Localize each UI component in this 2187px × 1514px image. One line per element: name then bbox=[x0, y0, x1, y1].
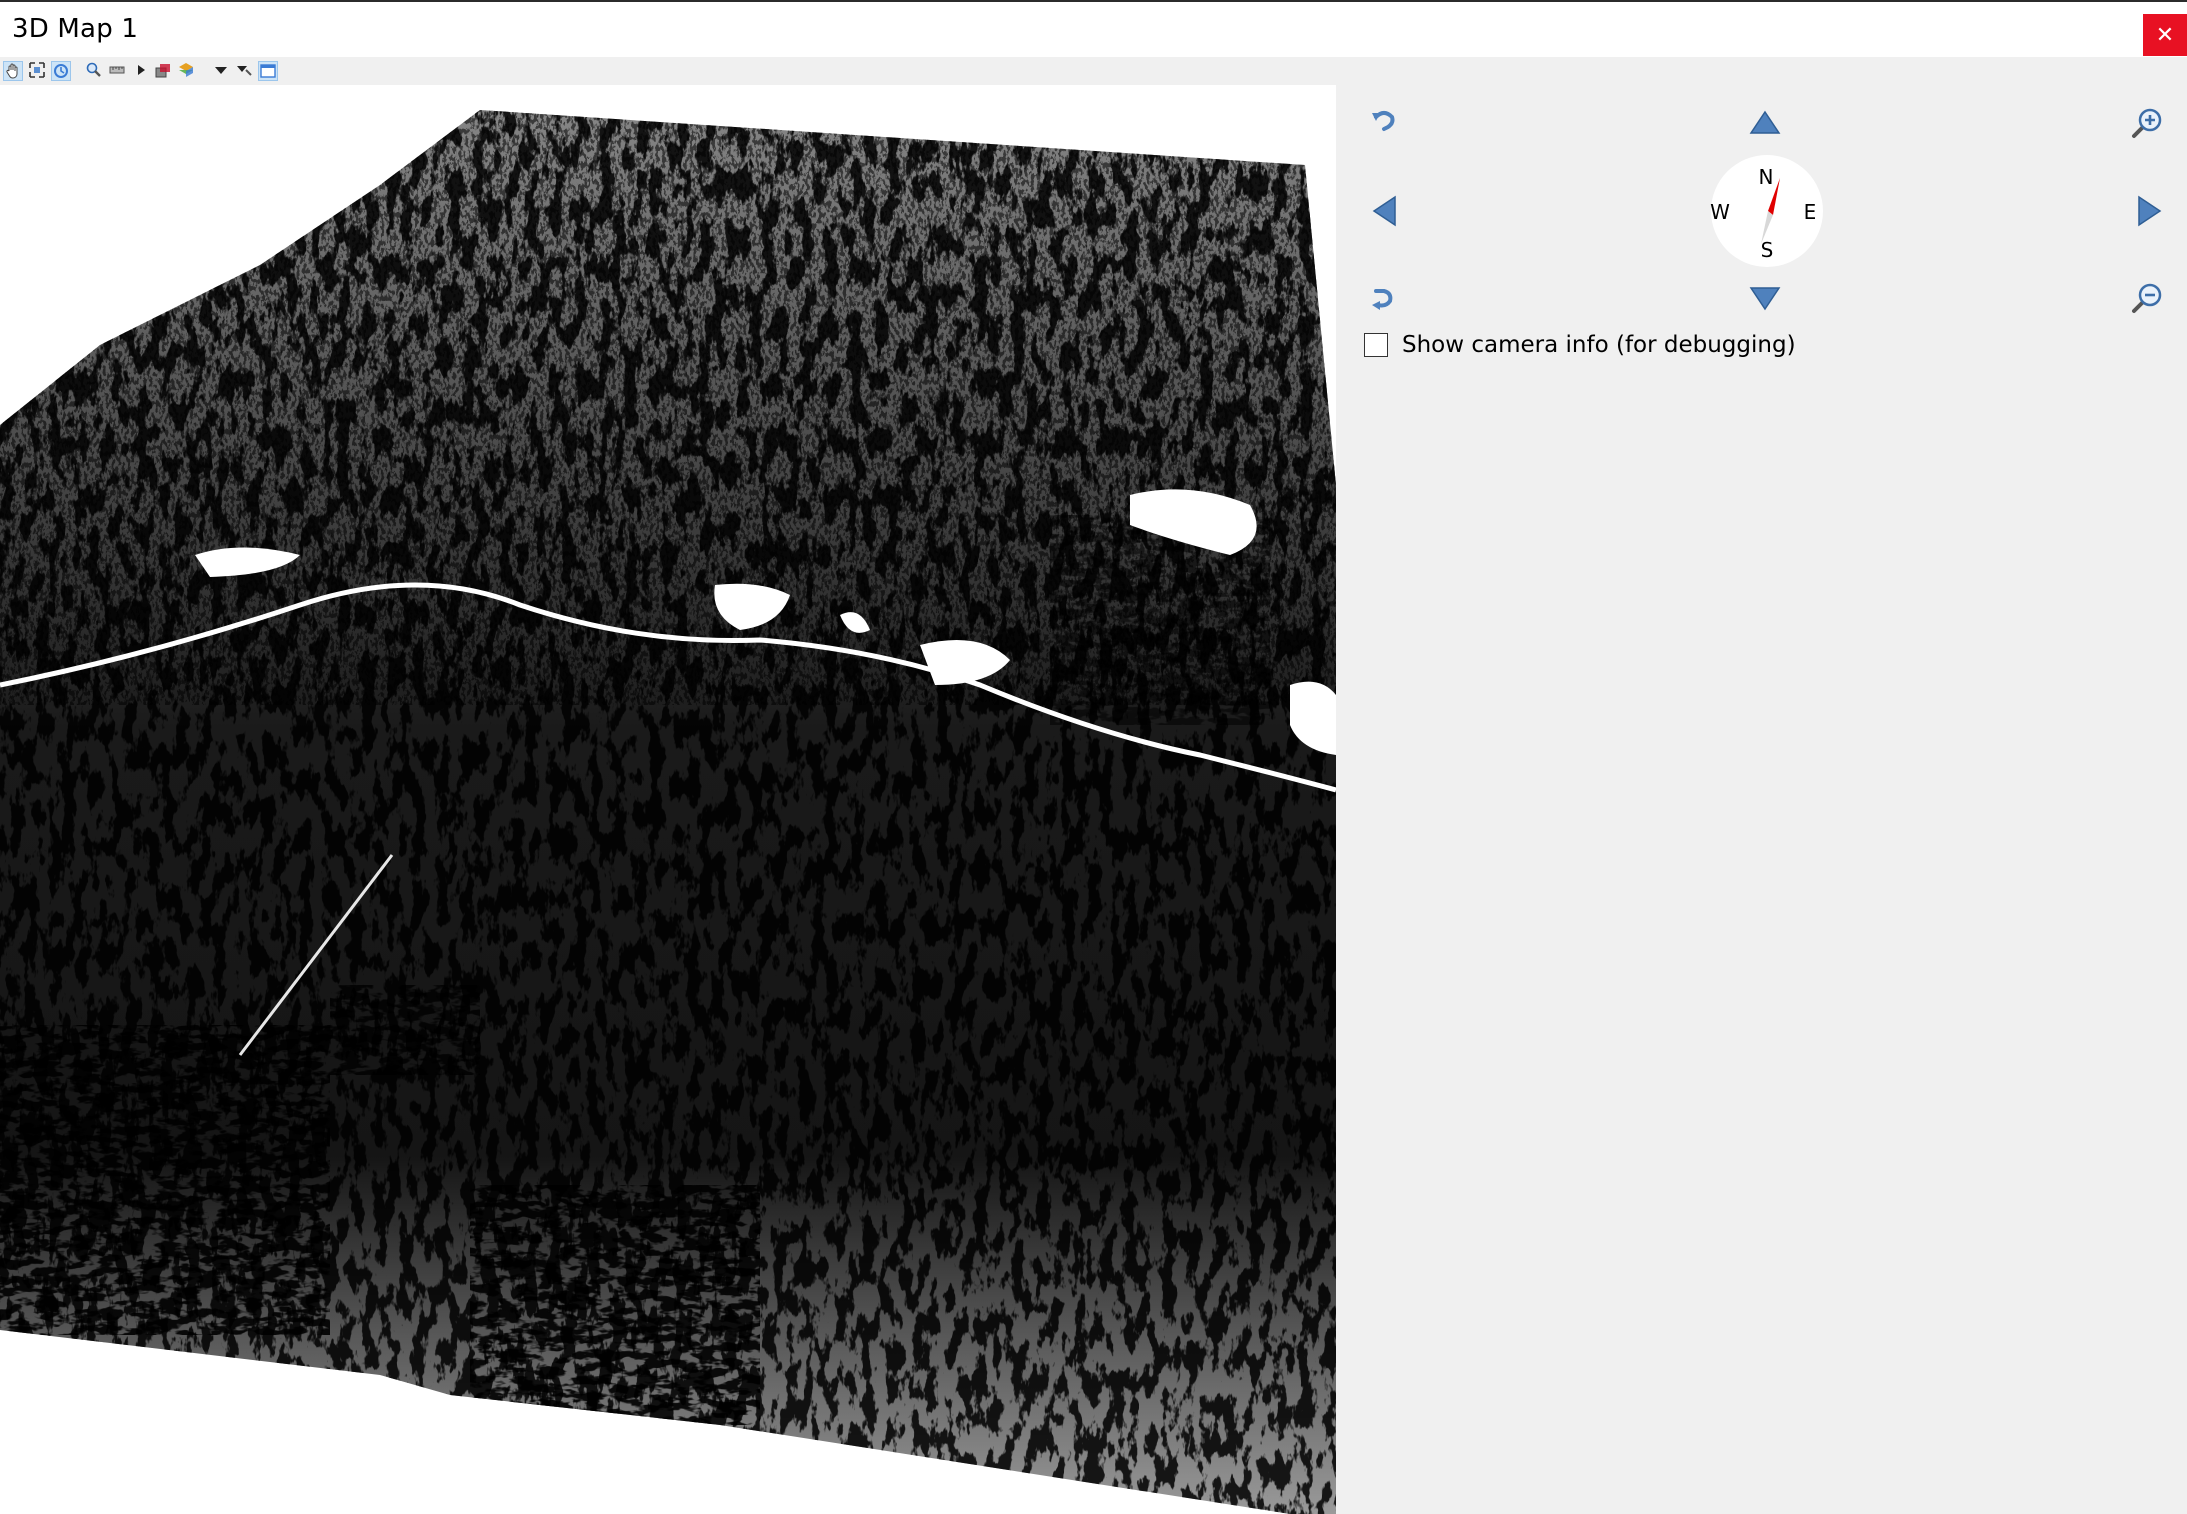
compass[interactable]: N S E W bbox=[1710, 154, 1824, 268]
export-image-icon[interactable] bbox=[154, 61, 174, 81]
arrow-down-icon[interactable] bbox=[1749, 285, 1781, 311]
window-title: 3D Map 1 bbox=[12, 14, 139, 44]
compass-east-label: E bbox=[1804, 200, 1817, 224]
rotate-ccw-icon[interactable] bbox=[1370, 107, 1398, 135]
animation-play-icon[interactable] bbox=[132, 61, 152, 81]
arrow-right-icon[interactable] bbox=[2136, 195, 2162, 227]
rotate-cw-icon[interactable] bbox=[1370, 283, 1398, 311]
map-themes-icon[interactable] bbox=[177, 61, 197, 81]
camera-rotate-icon[interactable] bbox=[51, 61, 71, 81]
camera-dropdown-icon[interactable] bbox=[212, 61, 232, 81]
compass-north-label: N bbox=[1759, 165, 1774, 189]
identify-icon[interactable] bbox=[85, 61, 105, 81]
arrow-left-icon[interactable] bbox=[1372, 195, 1398, 227]
measure-icon[interactable] bbox=[108, 61, 128, 81]
camera-info-toggle[interactable]: Show camera info (for debugging) bbox=[1364, 330, 1796, 360]
zoom-full-icon[interactable] bbox=[28, 61, 48, 81]
close-button[interactable]: ✕ bbox=[2143, 14, 2187, 56]
zoom-out-icon[interactable] bbox=[2130, 281, 2164, 315]
terrain-render bbox=[0, 110, 1336, 1514]
camera-info-checkbox[interactable] bbox=[1364, 333, 1388, 357]
3d-map-viewport[interactable] bbox=[0, 85, 1336, 1514]
toolbar bbox=[0, 57, 2187, 85]
zoom-in-icon[interactable] bbox=[2130, 106, 2164, 140]
compass-south-label: S bbox=[1761, 238, 1774, 262]
arrow-up-icon[interactable] bbox=[1749, 110, 1781, 141]
camera-info-label: Show camera info (for debugging) bbox=[1402, 332, 1796, 358]
dock-icon[interactable] bbox=[258, 61, 278, 81]
title-bar: 3D Map 1 ✕ bbox=[0, 0, 2187, 57]
compass-west-label: W bbox=[1710, 200, 1730, 224]
pan-icon[interactable] bbox=[3, 61, 23, 81]
options-dropdown-icon[interactable] bbox=[235, 61, 255, 81]
